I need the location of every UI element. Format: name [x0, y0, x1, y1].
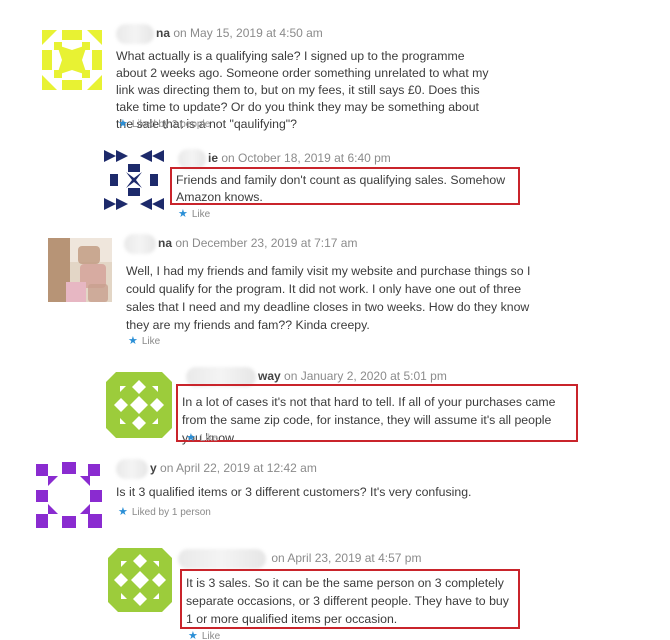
like-label: Like	[141, 336, 161, 347]
star-icon: ★	[118, 506, 128, 518]
avatar-photo[interactable]	[48, 238, 112, 302]
author-name[interactable]: na	[158, 236, 172, 250]
like-label: Liked by 1 person	[131, 507, 211, 518]
like-label: Like	[199, 433, 219, 444]
comment-date[interactable]: on January 2, 2020 at 5:01 pm	[284, 369, 447, 383]
comment-meta: na on December 23, 2019 at 7:17 am	[124, 234, 357, 254]
avatar[interactable]	[42, 30, 102, 90]
like-label: Like	[201, 631, 221, 640]
comment-date[interactable]: on October 18, 2019 at 6:40 pm	[221, 151, 390, 165]
comment-text: Well, I had my friends and family visit …	[126, 264, 531, 332]
like-status[interactable]: ★ Liked by 2 people	[118, 117, 210, 130]
author-name-blurred	[178, 149, 206, 169]
like-label: Liked by 2 people	[131, 119, 211, 130]
author-name[interactable]: na	[156, 26, 170, 40]
comment-meta: y on April 22, 2019 at 12:42 am	[116, 459, 317, 479]
star-icon: ★	[188, 630, 198, 640]
comment-text: Is it 3 qualified items or 3 different c…	[116, 485, 472, 499]
author-name[interactable]: ie	[208, 151, 218, 165]
like-status[interactable]: ★ Liked by 1 person	[118, 505, 211, 518]
author-name-blurred	[124, 234, 156, 254]
star-icon: ★	[118, 118, 128, 130]
highlight-box	[176, 384, 578, 442]
highlight-box	[180, 569, 520, 629]
author-name-blurred	[116, 459, 148, 479]
like-label: Like	[191, 209, 211, 220]
star-icon: ★	[178, 208, 188, 220]
like-status[interactable]: ★ Like	[188, 629, 220, 640]
comment-meta: ie on October 18, 2019 at 6:40 pm	[178, 149, 391, 169]
comment-meta: on April 23, 2019 at 4:57 pm	[178, 549, 421, 569]
author-name[interactable]: y	[150, 461, 157, 475]
avatar[interactable]	[104, 150, 164, 210]
comment-meta: na on May 15, 2019 at 4:50 am	[116, 24, 323, 44]
comment-date[interactable]: on May 15, 2019 at 4:50 am	[173, 26, 322, 40]
avatar[interactable]	[108, 548, 172, 612]
star-icon: ★	[186, 432, 196, 444]
like-status[interactable]: ★ Like	[178, 207, 210, 220]
avatar[interactable]	[106, 372, 172, 438]
star-icon: ★	[128, 335, 138, 347]
comment-date[interactable]: on April 23, 2019 at 4:57 pm	[271, 551, 421, 565]
comment-date[interactable]: on April 22, 2019 at 12:42 am	[160, 461, 317, 475]
comment-date[interactable]: on December 23, 2019 at 7:17 am	[175, 236, 357, 250]
author-name-blurred	[178, 549, 266, 569]
avatar[interactable]	[36, 462, 102, 528]
author-name-blurred	[116, 24, 154, 44]
like-status[interactable]: ★ Like	[186, 431, 218, 444]
like-status[interactable]: ★ Like	[128, 334, 160, 347]
highlight-box	[170, 167, 520, 205]
author-name[interactable]: way	[258, 369, 281, 383]
